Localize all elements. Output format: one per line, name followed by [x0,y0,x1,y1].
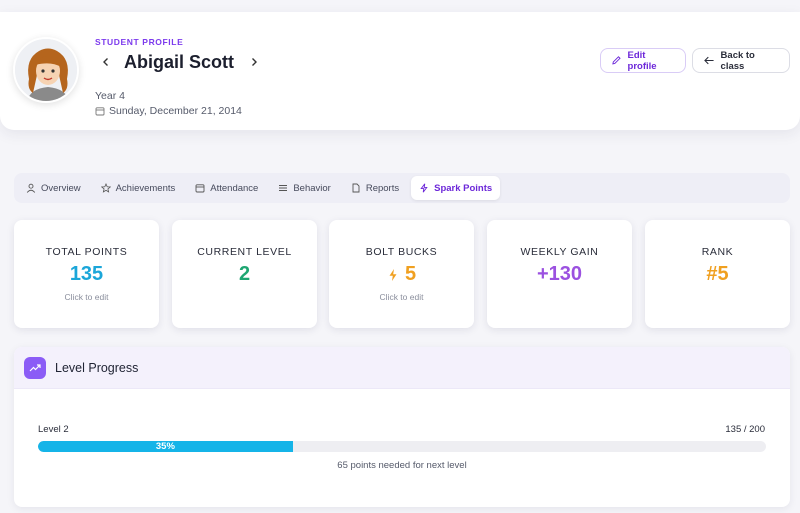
bolt-icon [389,268,397,281]
name-row: Abigail Scott [98,50,262,74]
tab-reports-label: Reports [365,182,400,194]
trending-up-icon [24,356,46,379]
stat-label: BOLT BUCKS [365,246,438,258]
calendar-icon [95,106,105,116]
birth-date-row: Sunday, December 21, 2014 [95,105,242,117]
stat-label: RANK [701,246,734,258]
stat-label: WEEKLY GAIN [520,246,599,258]
tab-achievements[interactable]: Achievements [93,176,184,200]
level-points-count: 135 / 200 [725,424,765,435]
back-to-class-button[interactable]: Back to class [692,48,790,73]
stat-value: +130 [487,263,632,286]
stat-value: #5 [645,263,790,286]
file-edit-icon [352,183,360,193]
student-year: Year 4 [95,90,125,102]
level-progress-percent: 35% [155,441,175,452]
profile-eyebrow: STUDENT PROFILE [95,37,184,47]
weekly-gain-value: +130 [536,263,583,285]
tab-overview-label: Overview [41,182,81,194]
stat-card-bolt-bucks[interactable]: BOLT BUCKS 5 Click to edit [329,220,474,328]
level-label: Level 2 [38,424,69,435]
click-to-edit-hint[interactable]: Click to edit [14,292,159,302]
stat-card-current-level: CURRENT LEVEL 2 [172,220,317,328]
back-to-class-label: Back to class [720,49,755,72]
list-icon [279,185,288,191]
tab-overview[interactable]: Overview [18,176,89,200]
tab-spark-points[interactable]: Spark Points [411,176,501,200]
user-icon [26,183,36,193]
stat-label: TOTAL POINTS [45,246,128,258]
bolt-icon [420,183,428,193]
click-to-edit-hint[interactable]: Click to edit [329,292,474,302]
arrow-left-icon [704,56,714,65]
level-progress-fill: 35% [38,441,293,452]
stat-card-weekly-gain: WEEKLY GAIN +130 [487,220,632,328]
calendar-icon [195,184,205,193]
profile-header: STUDENT PROFILE Abigail Scott Year 4 Sun… [0,12,800,130]
pencil-icon [612,56,621,65]
stat-label: CURRENT LEVEL [197,246,292,258]
birth-date: Sunday, December 21, 2014 [109,105,242,117]
chevron-right-icon[interactable] [246,54,262,70]
edit-profile-label: Edit profile [627,49,657,72]
tab-behavior-label: Behavior [293,182,331,194]
chevron-left-icon[interactable] [98,54,114,70]
points-needed-text: 65 points needed for next level [337,460,467,471]
edit-profile-button[interactable]: Edit profile [600,48,686,73]
level-progress-title: Level Progress [55,360,139,375]
tab-spark-points-label: Spark Points [434,182,493,194]
profile-tabs: Overview Achievements Attendance Behavio… [14,173,790,203]
rank-value: #5 [706,263,729,285]
tab-achievements-label: Achievements [115,182,176,194]
student-name: Abigail Scott [124,51,235,72]
stat-card-total-points[interactable]: TOTAL POINTS 135 Click to edit [14,220,159,328]
tab-behavior[interactable]: Behavior [270,176,339,200]
bolt-bucks-value: 5 [404,263,417,285]
level-progress-card: Level Progress Level 2 135 / 200 35% 65 … [14,347,790,507]
tab-attendance[interactable]: Attendance [187,176,266,200]
total-points-value: 135 [69,263,104,285]
avatar [13,37,79,103]
current-level-value: 2 [238,263,251,285]
stat-card-rank: RANK #5 [645,220,790,328]
tab-attendance-label: Attendance [210,182,259,194]
stat-value: 2 [172,263,317,286]
level-progress-header: Level Progress [14,347,790,389]
star-icon [100,183,111,193]
tab-reports[interactable]: Reports [343,176,407,200]
level-progress-bar: 35% [38,441,766,452]
stat-value: 5 [329,263,474,286]
stat-value: 135 [14,263,159,286]
